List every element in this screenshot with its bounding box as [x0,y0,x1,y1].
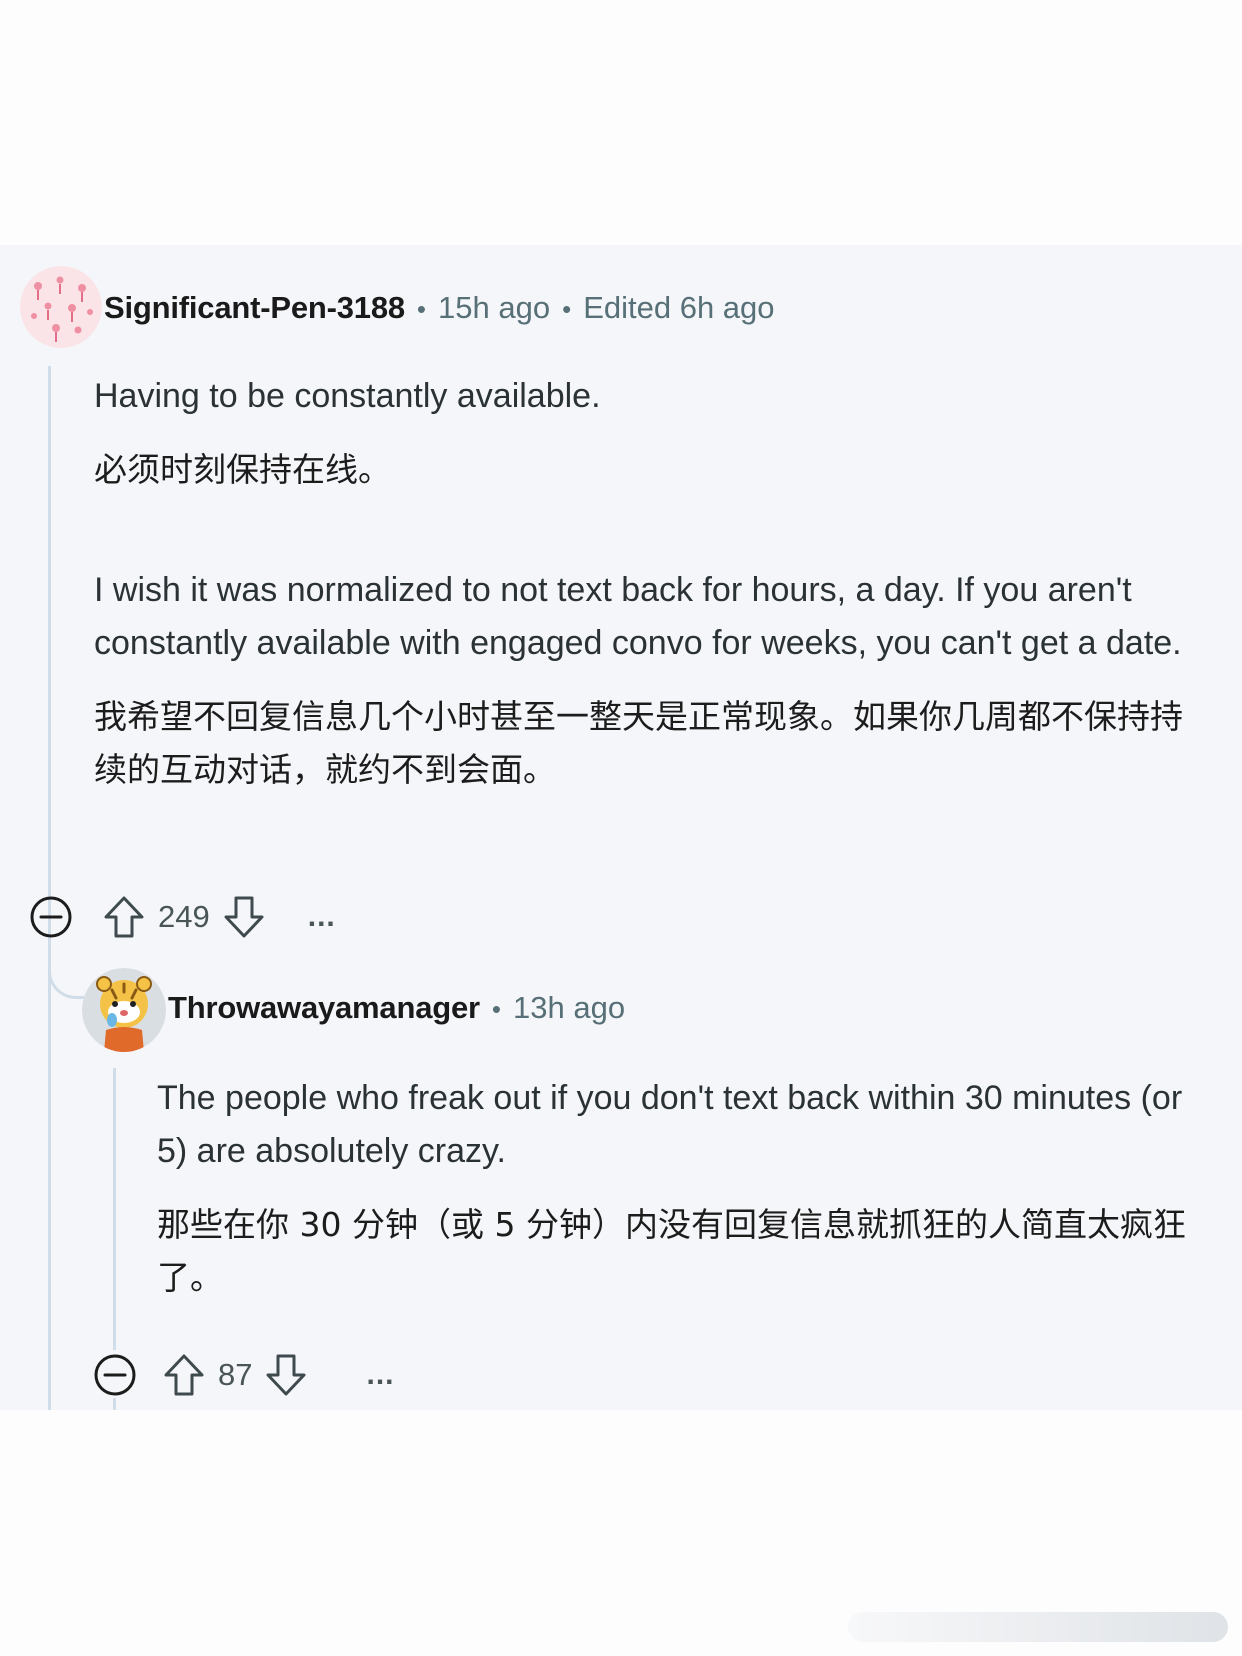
collapse-icon[interactable] [92,1352,138,1398]
more-options-button[interactable]: ... [366,1358,394,1392]
thread-rail[interactable] [113,1068,116,1350]
edited-label: Edited 6h ago [583,290,775,325]
comment-paragraph-translation: 我希望不回复信息几个小时甚至一整天是正常现象。如果你几周都不保持持续的互动对话，… [94,697,1183,789]
separator-dot: • [562,294,572,324]
comment-paragraph-translation: 那些在你 30 分钟（或 5 分钟）内没有回复信息就抓狂的人简直太疯狂了。 [157,1205,1186,1297]
comment-paragraph: The people who freak out if you don't te… [157,1079,1183,1170]
avatar[interactable] [82,968,166,1052]
comment-body: The people who freak out if you don't te… [157,1072,1217,1304]
vote-count: 87 [218,1357,253,1392]
vote-count: 249 [158,899,210,934]
username[interactable]: Throwawayamanager [168,990,480,1026]
collapse-icon[interactable] [28,894,74,940]
cartoon-tiger-avatar-icon [82,968,166,1052]
username[interactable]: Significant-Pen-3188 [104,290,405,326]
separator-dot: • [416,294,427,324]
downvote-icon[interactable] [222,894,266,940]
timestamp: 15h ago [438,290,551,325]
thread-rail[interactable] [48,366,51,1410]
comment-header: Significant-Pen-3188 • 15h ago • Edited … [104,290,775,326]
comment-actions: 87 ... [92,1350,395,1400]
upvote-icon[interactable] [162,1352,206,1398]
comment-header: Throwawayamanager • 13h ago [168,990,625,1026]
watermark [848,1612,1228,1642]
separator-dot: • [491,994,501,1024]
comment-paragraph: I wish it was normalized to not text bac… [94,571,1182,662]
more-options-button[interactable]: ... [308,900,336,934]
upvote-icon[interactable] [102,894,146,940]
timestamp: 13h ago [513,990,626,1025]
comment-paragraph-translation: 必须时刻保持在线。 [94,450,391,489]
comment-paragraph: Having to be constantly available. [94,377,601,415]
comment-actions: 249 ... [28,892,336,942]
avatar[interactable] [20,266,102,348]
comment-body: Having to be constantly available. 必须时刻保… [94,370,1214,796]
flamingo-pattern-avatar-icon [20,266,102,348]
downvote-icon[interactable] [264,1352,308,1398]
